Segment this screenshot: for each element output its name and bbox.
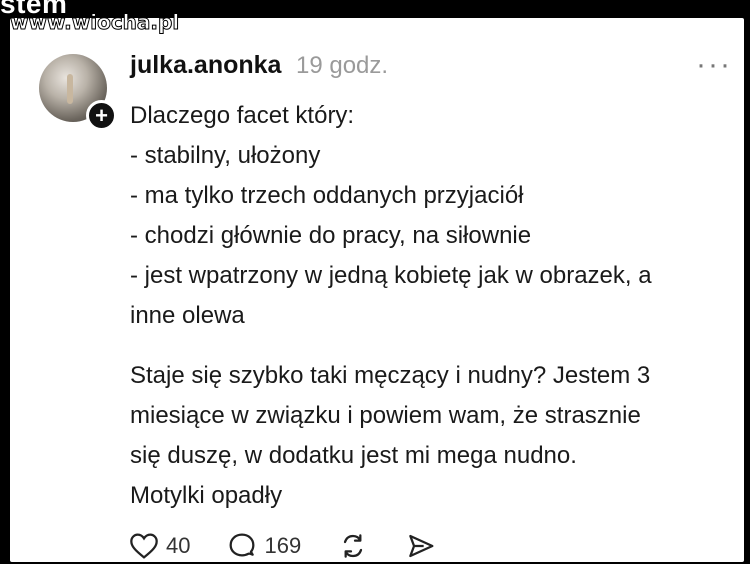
post-time: 19 godz. — [296, 52, 389, 79]
post-line: - stabilny, ułożony — [130, 142, 321, 169]
comment-button[interactable]: 169 — [226, 530, 301, 562]
heart-icon — [130, 533, 158, 559]
post-line: inne olewa — [130, 302, 245, 329]
avatar-image — [67, 74, 73, 104]
share-button[interactable] — [405, 530, 437, 562]
post-line: - chodzi głównie do pracy, na siłownie — [130, 222, 532, 249]
watermark: www.wiocha.pl — [9, 10, 180, 35]
comment-count: 169 — [264, 533, 302, 558]
like-button[interactable]: 40 — [128, 530, 190, 562]
follow-plus-icon[interactable]: + — [86, 100, 117, 131]
post-body: Dlaczego facet który: - stabilny, ułożon… — [130, 96, 740, 516]
more-options-icon[interactable]: ··· — [696, 48, 732, 82]
repost-icon — [344, 534, 363, 558]
post-line: się duszę, w dodatku jest mi mega nudno. — [130, 442, 577, 469]
comment-icon — [230, 533, 255, 557]
post-line: miesiące w związku i powiem wam, że stra… — [130, 402, 641, 429]
repost-button[interactable] — [337, 530, 369, 562]
post-line: Dlaczego facet który: — [130, 102, 355, 129]
screen: + julka.anonka 19 godz. ··· Dlaczego fac… — [0, 0, 750, 562]
post-line: Motylki opadły — [130, 482, 283, 509]
post-line: Staje się szybko taki męczący i nudny? J… — [130, 362, 651, 389]
send-icon — [409, 534, 434, 558]
action-bar: 40 169 — [128, 528, 473, 564]
post-card: + julka.anonka 19 godz. ··· Dlaczego fac… — [10, 18, 744, 562]
like-count: 40 — [166, 533, 191, 558]
username[interactable]: julka.anonka — [130, 51, 281, 80]
post-line: - jest wpatrzony w jedną kobietę jak w o… — [130, 262, 652, 289]
post-line: - ma tylko trzech oddanych przyjaciół — [130, 182, 524, 209]
